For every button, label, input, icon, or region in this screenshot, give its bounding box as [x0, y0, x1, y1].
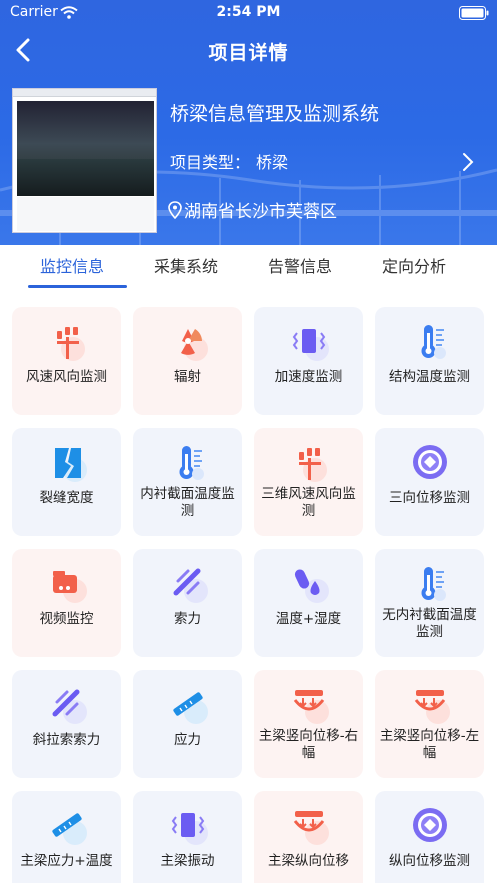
monitor-tile-label: 纵向位移监测: [389, 853, 470, 869]
strain-gauge-icon: [173, 692, 208, 724]
monitor-tile[interactable]: 主梁竖向位移-右幅: [254, 670, 363, 778]
status-time: 2:54 PM: [216, 4, 281, 20]
beam-deflection-icon: [293, 811, 329, 845]
location-row: 湖南省长沙市芙蓉区: [168, 197, 337, 222]
camera-icon: [53, 571, 87, 603]
project-name: 桥梁信息管理及监测系统: [170, 103, 380, 125]
project-type-row[interactable]: 项目类型： 桥梁: [170, 149, 482, 175]
monitor-tile-label: 主梁纵向位移: [268, 853, 349, 869]
thermometer-icon: [421, 325, 446, 359]
beam-deflection-icon: [414, 690, 450, 724]
displacement-icon: [413, 445, 447, 479]
status-bar: Carrier 2:54 PM: [0, 0, 497, 26]
crack-icon: [55, 448, 87, 482]
project-location: 湖南省长沙市芙蓉区: [184, 202, 337, 222]
monitor-tile-label: 内衬截面温度监测: [140, 486, 235, 519]
vibration-icon: [292, 329, 329, 361]
monitor-tile-label: 加速度监测: [274, 369, 343, 385]
tab-directional-analysis[interactable]: 定向分析: [382, 253, 446, 277]
vibration-icon: [171, 813, 208, 845]
temp-humidity-icon: [294, 569, 329, 603]
monitor-tile-label: 无内衬截面温度监测: [382, 607, 477, 640]
monitor-tile-label: 辐射: [174, 369, 201, 385]
monitor-tile-label: 风速风向监测: [26, 369, 107, 385]
tab-acquisition-system[interactable]: 采集系统: [154, 253, 218, 277]
page-title: 项目详情: [208, 42, 289, 64]
battery-icon: [459, 6, 489, 20]
monitor-tile[interactable]: 主梁振动: [133, 791, 242, 883]
monitor-tile[interactable]: 纵向位移监测: [375, 791, 484, 883]
monitor-tile-label: 主梁竖向位移-右幅: [258, 728, 359, 761]
monitor-tile[interactable]: 索力: [133, 549, 242, 657]
monitor-tile[interactable]: 三向位移监测: [375, 428, 484, 536]
monitor-tile[interactable]: 温度+湿度: [254, 549, 363, 657]
thermometer-icon: [179, 446, 204, 480]
monitor-tile[interactable]: 结构温度监测: [375, 307, 484, 415]
location-pin-icon: [168, 201, 182, 219]
monitor-tile-label: 主梁振动: [160, 853, 215, 869]
monitor-tile[interactable]: 裂缝宽度: [12, 428, 121, 536]
monitor-tile[interactable]: 三维风速风向监测: [254, 428, 363, 536]
monitor-tile-label: 三维风速风向监测: [261, 486, 356, 519]
monitor-tile-label: 主梁竖向位移-左幅: [379, 728, 480, 761]
monitor-tile-label: 斜拉索索力: [32, 732, 101, 748]
cable-force-icon: [173, 568, 208, 603]
tab-alarm-info[interactable]: 告警信息: [268, 253, 332, 277]
tab-bar: 监控信息 采集系统 告警信息 定向分析: [0, 245, 497, 293]
wind-vane-icon: [299, 448, 327, 482]
thermometer-icon: [421, 567, 446, 601]
active-tab-indicator: [28, 285, 127, 288]
strain-gauge-icon: [52, 813, 87, 845]
monitor-tile-label: 视频监控: [39, 611, 94, 627]
beam-deflection-icon: [293, 690, 329, 724]
monitor-tile-label: 结构温度监测: [389, 369, 470, 385]
chevron-right-icon: [463, 153, 474, 171]
monitor-tile[interactable]: 无内衬截面温度监测: [375, 549, 484, 657]
monitor-tile-label: 温度+湿度: [275, 611, 342, 627]
displacement-icon: [413, 808, 447, 842]
project-type-label: 项目类型：: [170, 153, 251, 172]
nav-bar: 项目详情: [0, 28, 497, 72]
monitor-tile[interactable]: 加速度监测: [254, 307, 363, 415]
tab-monitoring-info[interactable]: 监控信息: [40, 253, 104, 277]
monitor-tile[interactable]: 内衬截面温度监测: [133, 428, 242, 536]
monitor-tile[interactable]: 辐射: [133, 307, 242, 415]
monitor-tile-label: 三向位移监测: [389, 490, 470, 506]
monitor-tile[interactable]: 主梁纵向位移: [254, 791, 363, 883]
monitor-tile-label: 应力: [174, 732, 201, 748]
monitor-tile-label: 索力: [174, 611, 201, 627]
monitor-tile-label: 主梁应力+温度: [20, 853, 113, 869]
monitor-tile[interactable]: 视频监控: [12, 549, 121, 657]
cable-force-icon: [52, 689, 87, 724]
project-type-value: 桥梁: [256, 153, 289, 172]
monitor-tile-label: 裂缝宽度: [39, 490, 94, 506]
project-header: Carrier 2:54 PM 项目详情 桥梁信息管理及监测系统 项目类型： 桥梁: [0, 0, 497, 245]
monitor-tile[interactable]: 主梁竖向位移-左幅: [375, 670, 484, 778]
radiation-icon: [181, 329, 208, 361]
monitor-tile[interactable]: 风速风向监测: [12, 307, 121, 415]
monitor-tile[interactable]: 应力: [133, 670, 242, 778]
project-thumbnail: [12, 88, 157, 233]
monitor-tile[interactable]: 主梁应力+温度: [12, 791, 121, 883]
wind-vane-icon: [57, 327, 85, 361]
monitor-tile[interactable]: 斜拉索索力: [12, 670, 121, 778]
